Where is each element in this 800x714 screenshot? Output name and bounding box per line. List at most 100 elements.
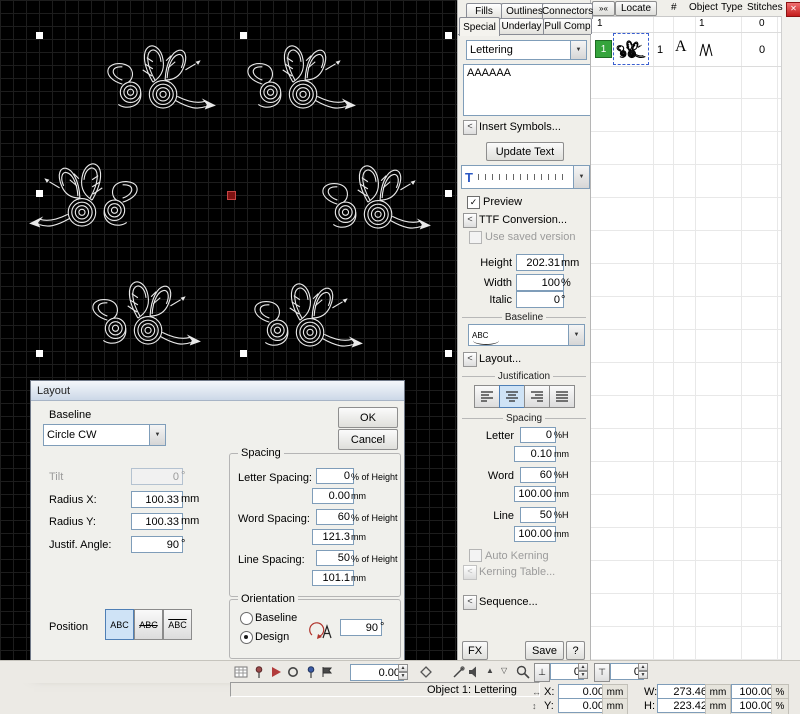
chevron-down-icon[interactable]: ▼ bbox=[568, 325, 584, 345]
justify-right-button[interactable] bbox=[524, 385, 550, 408]
selection-handle[interactable] bbox=[240, 32, 247, 39]
selection-handle[interactable] bbox=[36, 350, 43, 357]
baseline-combobox[interactable]: Circle CW ▼ bbox=[43, 424, 166, 446]
fx-button[interactable]: FX bbox=[462, 641, 488, 660]
tab-pull-comp[interactable]: Pull Comp bbox=[543, 18, 592, 34]
orientation-angle-field[interactable]: 90 bbox=[340, 619, 382, 636]
rollout-icon[interactable]: < bbox=[463, 595, 477, 610]
orientation-baseline-radio[interactable] bbox=[240, 612, 253, 625]
justify-left-button[interactable] bbox=[474, 385, 500, 408]
top-offset-toggle[interactable]: ⊤ bbox=[594, 663, 610, 682]
line-spacing-mm-field[interactable]: 101.1 bbox=[312, 570, 354, 586]
embroidery-motif[interactable] bbox=[85, 266, 205, 358]
embroidery-motif[interactable] bbox=[240, 30, 360, 122]
blue-pin-icon[interactable] bbox=[304, 665, 318, 679]
y-field[interactable]: 0.00 bbox=[558, 698, 608, 713]
radius-x-field[interactable]: 100.33 bbox=[131, 491, 183, 508]
ttf-conversion-link[interactable]: TTF Conversion... bbox=[479, 214, 567, 226]
ok-button[interactable]: OK bbox=[338, 407, 398, 428]
line-pct-field[interactable]: 50 bbox=[520, 507, 556, 523]
chevron-down-icon[interactable]: ▼ bbox=[149, 425, 165, 445]
offset-stepper-1[interactable]: ▲▼ bbox=[578, 663, 588, 679]
grid-table-icon[interactable] bbox=[234, 665, 248, 679]
word-spacing-mm-field[interactable]: 121.3 bbox=[312, 529, 354, 545]
save-button[interactable]: Save bbox=[525, 641, 564, 660]
selection-handle[interactable] bbox=[36, 190, 43, 197]
raise-triangle-icon[interactable]: ▲ bbox=[486, 666, 494, 675]
color-chip[interactable]: 1 bbox=[595, 40, 612, 58]
width-field[interactable]: 100 bbox=[516, 274, 564, 291]
tilt-field[interactable]: 0 bbox=[131, 468, 183, 485]
selection-handle[interactable] bbox=[445, 350, 452, 357]
word-pct-field[interactable]: 60 bbox=[520, 467, 556, 483]
object-list-scrollbar[interactable] bbox=[781, 16, 800, 660]
cancel-button[interactable]: Cancel bbox=[338, 429, 398, 450]
rollout-icon[interactable]: < bbox=[463, 213, 477, 228]
word-spacing-pct-field[interactable]: 60 bbox=[316, 509, 354, 525]
rollout-icon[interactable]: < bbox=[463, 565, 477, 580]
chevron-down-icon[interactable]: ▼ bbox=[570, 41, 586, 59]
baseline-style-combobox[interactable]: ABC ▼ bbox=[468, 324, 585, 346]
pin-icon[interactable] bbox=[252, 665, 266, 679]
sequence-link[interactable]: Sequence... bbox=[479, 596, 538, 608]
letter-mm-field[interactable]: 0.10 bbox=[514, 446, 556, 462]
tab-outlines[interactable]: Outlines bbox=[501, 3, 548, 19]
baseline-offset-toggle[interactable]: ⊥ bbox=[534, 663, 550, 682]
auto-kerning-checkbox[interactable] bbox=[469, 549, 482, 562]
line-mm-field[interactable]: 100.00 bbox=[514, 526, 556, 542]
preview-checkbox[interactable]: ✓ bbox=[467, 196, 480, 209]
zoom-icon[interactable] bbox=[516, 665, 530, 679]
update-text-button[interactable]: Update Text bbox=[486, 142, 564, 161]
italic-field[interactable]: 0 bbox=[516, 291, 564, 308]
close-icon[interactable]: ✕ bbox=[786, 2, 800, 17]
letter-spacing-pct-field[interactable]: 0 bbox=[316, 468, 354, 484]
height-field[interactable]: 202.31 bbox=[516, 254, 564, 271]
use-saved-version-checkbox[interactable] bbox=[469, 231, 482, 244]
x-field[interactable]: 0.00 bbox=[558, 684, 608, 699]
tab-connectors[interactable]: Connectors bbox=[542, 3, 593, 19]
lettering-object-icon[interactable]: A bbox=[675, 38, 687, 56]
kerning-table-link[interactable]: Kerning Table... bbox=[479, 566, 555, 578]
help-button[interactable]: ? bbox=[566, 641, 585, 660]
object-thumbnail[interactable] bbox=[613, 33, 649, 65]
position-normal-button[interactable]: ABC bbox=[105, 609, 134, 640]
embroidery-motif[interactable] bbox=[100, 30, 220, 122]
needle-icon[interactable] bbox=[452, 665, 466, 679]
speaker-icon[interactable] bbox=[468, 665, 482, 679]
tab-special[interactable]: Special bbox=[459, 17, 500, 36]
font-combobox[interactable]: T ▼ bbox=[461, 165, 590, 189]
w-field[interactable]: 273.46 bbox=[657, 684, 711, 699]
grid-size-stepper[interactable]: ▲▼ bbox=[398, 664, 408, 680]
position-top-button[interactable]: ABC bbox=[163, 609, 192, 640]
justify-full-button[interactable] bbox=[549, 385, 575, 408]
selection-handle[interactable] bbox=[445, 190, 452, 197]
collapse-panel-button[interactable]: »« bbox=[592, 1, 615, 16]
lower-triangle-icon[interactable]: ▽ bbox=[501, 666, 507, 675]
position-middle-button[interactable]: ABC bbox=[134, 609, 163, 640]
flag-icon[interactable] bbox=[321, 666, 333, 678]
orientation-design-radio[interactable] bbox=[240, 631, 253, 644]
embroidery-motif[interactable] bbox=[247, 268, 367, 360]
lettering-text-area[interactable]: AAAAAA bbox=[463, 64, 591, 116]
layout-link[interactable]: Layout... bbox=[479, 353, 521, 365]
justif-angle-field[interactable]: 90 bbox=[131, 536, 183, 553]
object-mode-combobox[interactable]: Lettering ▼ bbox=[466, 40, 587, 60]
rollout-icon[interactable]: < bbox=[463, 352, 477, 367]
grid-size-field[interactable]: 0.00 bbox=[350, 664, 404, 681]
justify-center-button[interactable] bbox=[499, 385, 525, 408]
play-triangle-icon[interactable] bbox=[270, 666, 282, 678]
diamond-icon[interactable] bbox=[420, 666, 432, 678]
embroidery-motif[interactable] bbox=[315, 150, 435, 242]
letter-pct-field[interactable]: 0 bbox=[520, 427, 556, 443]
chevron-down-icon[interactable]: ▼ bbox=[573, 166, 589, 188]
locate-button[interactable]: Locate bbox=[615, 1, 657, 16]
letter-spacing-mm-field[interactable]: 0.00 bbox=[312, 488, 354, 504]
radius-y-field[interactable]: 100.33 bbox=[131, 513, 183, 530]
line-spacing-pct-field[interactable]: 50 bbox=[316, 550, 354, 566]
rollout-icon[interactable]: < bbox=[463, 120, 477, 135]
embroidery-motif[interactable] bbox=[25, 148, 145, 240]
offset-stepper-2[interactable]: ▲▼ bbox=[638, 663, 648, 679]
dialog-titlebar[interactable]: Layout bbox=[31, 381, 404, 401]
selection-handle[interactable] bbox=[36, 32, 43, 39]
insert-symbols-link[interactable]: Insert Symbols... bbox=[479, 121, 561, 133]
